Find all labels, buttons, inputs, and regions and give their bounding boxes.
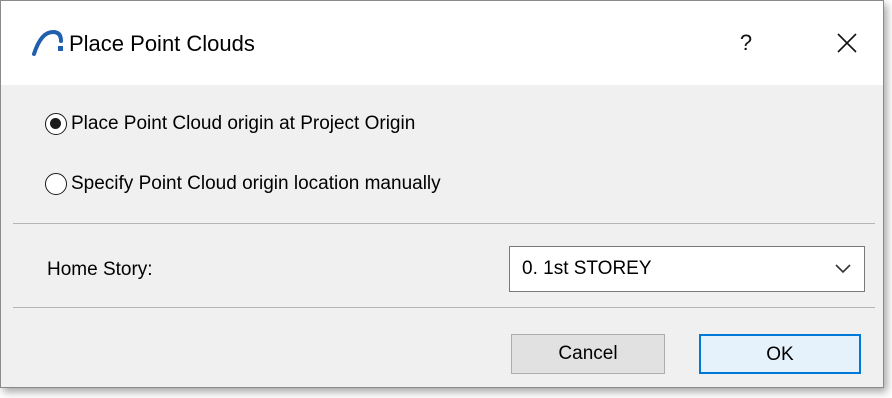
ok-button[interactable]: OK [699, 334, 861, 374]
place-point-clouds-dialog: Place Point Clouds ? Place Point Cloud o… [0, 0, 884, 388]
archicad-arc-icon [31, 29, 65, 57]
title-bar: Place Point Clouds ? [1, 1, 883, 85]
radio-label: Specify Point Cloud origin location manu… [71, 173, 441, 194]
radio-label: Place Point Cloud origin at Project Orig… [71, 113, 416, 134]
close-button[interactable] [821, 19, 873, 67]
radio-button-checked[interactable] [45, 113, 67, 135]
radio-manual-location[interactable]: Specify Point Cloud origin location manu… [45, 173, 441, 195]
home-story-label: Home Story: [47, 259, 153, 280]
help-button[interactable]: ? [721, 19, 771, 67]
radio-button-unchecked[interactable] [45, 173, 67, 195]
chevron-down-icon [834, 261, 852, 275]
home-story-select[interactable]: 0. 1st STOREY [509, 246, 865, 292]
cancel-button[interactable]: Cancel [511, 334, 665, 374]
home-story-value: 0. 1st STOREY [522, 258, 652, 279]
divider [13, 307, 875, 308]
radio-project-origin[interactable]: Place Point Cloud origin at Project Orig… [45, 113, 415, 135]
divider [13, 223, 875, 224]
dialog-title: Place Point Clouds [69, 31, 255, 56]
close-icon [837, 33, 857, 71]
